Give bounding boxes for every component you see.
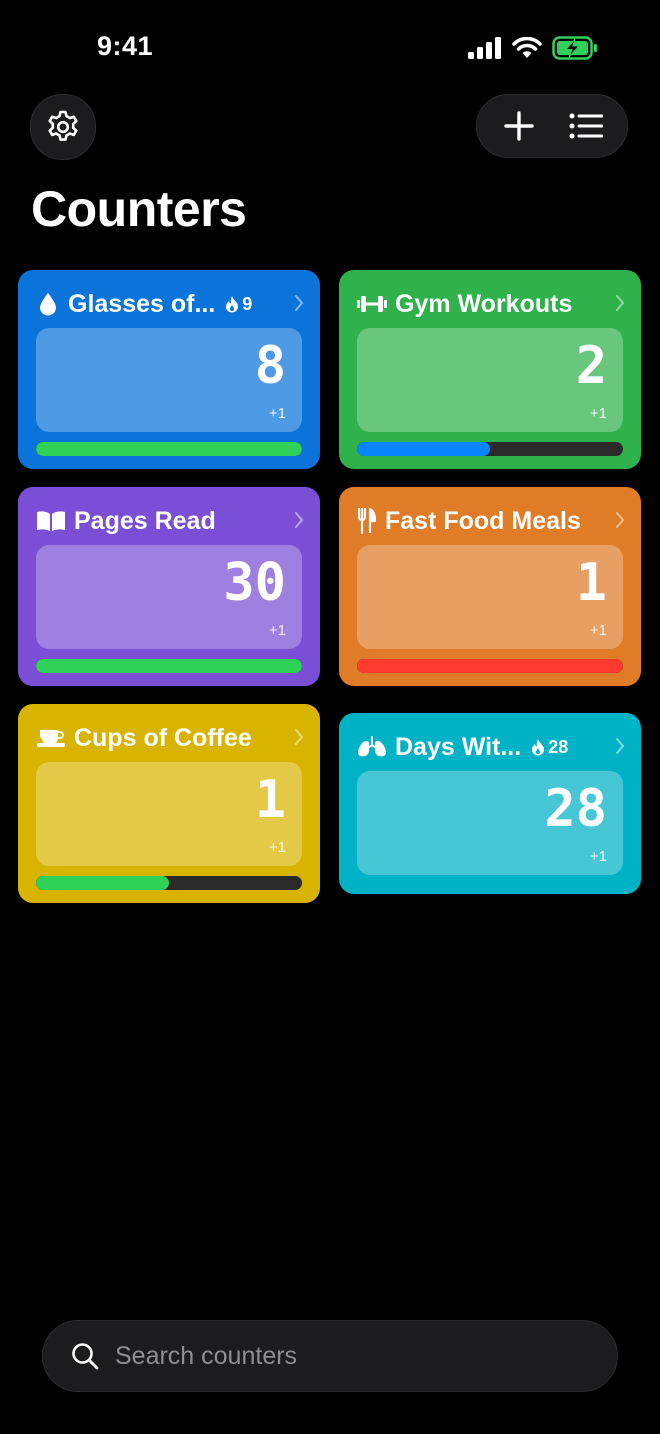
plus-icon bbox=[503, 111, 534, 141]
counter-card-pages[interactable]: Pages Read 30 +1 bbox=[18, 487, 320, 686]
chevron-right-icon[interactable] bbox=[615, 294, 625, 312]
counter-value: 2 bbox=[575, 336, 607, 396]
counter-card-coffee[interactable]: Cups of Coffee 1 +1 bbox=[18, 704, 320, 903]
settings-button[interactable] bbox=[30, 94, 96, 160]
increment-area[interactable]: 1 +1 bbox=[357, 545, 623, 649]
chevron-right-icon[interactable] bbox=[294, 294, 304, 312]
dumbbell-icon bbox=[357, 292, 387, 316]
progress-fill bbox=[36, 659, 302, 673]
counter-card-glasses[interactable]: Glasses of... 9 8 +1 bbox=[18, 270, 320, 469]
status-time: 9:41 bbox=[97, 31, 154, 61]
counter-title: Days Wit... bbox=[395, 732, 522, 761]
counter-card-days-without[interactable]: Days Wit... 28 28 +1 bbox=[339, 713, 641, 894]
counter-value: 1 bbox=[575, 553, 607, 613]
progress-bar bbox=[36, 876, 302, 890]
increment-area[interactable]: 1 +1 bbox=[36, 762, 302, 866]
streak-badge: 9 bbox=[225, 294, 252, 315]
lungs-icon bbox=[357, 735, 387, 759]
progress-fill bbox=[36, 442, 302, 456]
progress-bar bbox=[36, 659, 302, 673]
increment-label: +1 bbox=[589, 405, 607, 422]
add-counter-button[interactable] bbox=[489, 96, 549, 156]
chevron-right-icon[interactable] bbox=[615, 737, 625, 755]
counter-value: 30 bbox=[223, 553, 286, 613]
flame-icon bbox=[226, 296, 239, 313]
increment-area[interactable]: 30 +1 bbox=[36, 545, 302, 649]
streak-badge: 28 bbox=[531, 737, 568, 758]
increment-area[interactable]: 8 +1 bbox=[36, 328, 302, 432]
signal-icon bbox=[468, 37, 501, 59]
toolbar-pill bbox=[476, 94, 628, 158]
gear-icon bbox=[48, 110, 78, 141]
search-bar[interactable] bbox=[42, 1320, 618, 1392]
chevron-right-icon[interactable] bbox=[294, 511, 304, 529]
coffee-cup-icon bbox=[36, 726, 66, 750]
water-drop-icon bbox=[36, 292, 60, 316]
battery-charging-icon bbox=[552, 36, 597, 60]
counter-title: Fast Food Meals bbox=[385, 506, 581, 535]
increment-label: +1 bbox=[589, 848, 607, 865]
search-icon bbox=[71, 1342, 99, 1370]
book-icon bbox=[36, 509, 66, 533]
streak-value: 28 bbox=[548, 736, 569, 757]
page-title: Counters bbox=[31, 181, 247, 237]
fork-knife-icon bbox=[357, 508, 377, 534]
streak-value: 9 bbox=[242, 293, 253, 314]
counter-value: 8 bbox=[254, 336, 286, 396]
counter-card-gym[interactable]: Gym Workouts 2 +1 bbox=[339, 270, 641, 469]
increment-label: +1 bbox=[268, 622, 286, 639]
increment-label: +1 bbox=[268, 839, 286, 856]
flame-icon bbox=[532, 739, 545, 756]
counter-title: Cups of Coffee bbox=[74, 723, 252, 752]
search-input[interactable] bbox=[113, 1340, 557, 1372]
progress-bar bbox=[357, 659, 623, 673]
counter-title: Gym Workouts bbox=[395, 289, 573, 318]
counter-title: Pages Read bbox=[74, 506, 216, 535]
chevron-right-icon[interactable] bbox=[294, 728, 304, 746]
wifi-icon bbox=[512, 37, 542, 58]
progress-bar bbox=[357, 442, 623, 456]
counter-value: 28 bbox=[544, 779, 607, 839]
list-view-button[interactable] bbox=[556, 96, 616, 156]
progress-bar bbox=[36, 442, 302, 456]
progress-fill bbox=[357, 659, 623, 673]
list-icon bbox=[569, 113, 603, 139]
counter-card-fast-food[interactable]: Fast Food Meals 1 +1 bbox=[339, 487, 641, 686]
counter-title: Glasses of... bbox=[68, 289, 216, 318]
increment-area[interactable]: 2 +1 bbox=[357, 328, 623, 432]
progress-fill bbox=[357, 442, 490, 456]
progress-fill bbox=[36, 876, 169, 890]
counter-value: 1 bbox=[254, 770, 286, 830]
status-icons bbox=[468, 36, 598, 60]
chevron-right-icon[interactable] bbox=[615, 511, 625, 529]
increment-area[interactable]: 28 +1 bbox=[357, 771, 623, 875]
increment-label: +1 bbox=[268, 405, 286, 422]
increment-label: +1 bbox=[589, 622, 607, 639]
